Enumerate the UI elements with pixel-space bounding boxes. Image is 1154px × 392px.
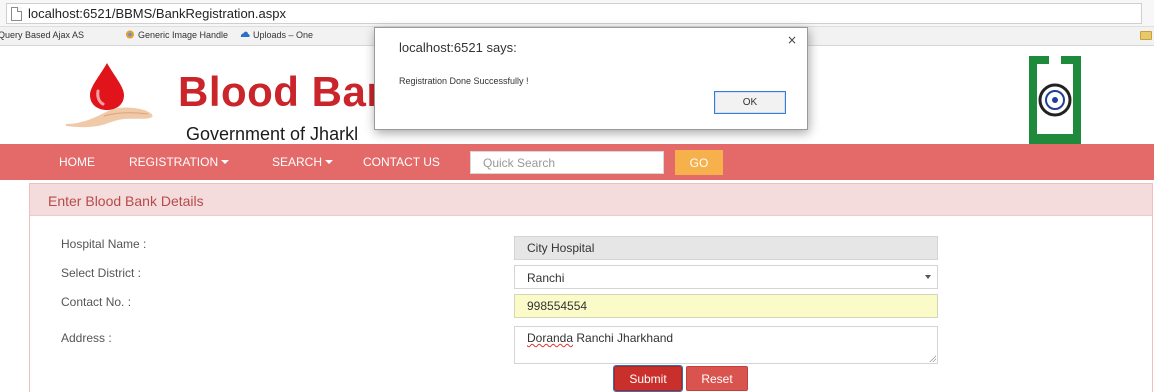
- jharkhand-emblem-icon: [1029, 56, 1081, 144]
- chevron-down-icon: [925, 275, 931, 279]
- panel-title: Enter Blood Bank Details: [48, 193, 204, 209]
- address-label: Address :: [61, 331, 112, 345]
- resize-grip-icon[interactable]: [929, 355, 936, 362]
- reset-button[interactable]: Reset: [686, 366, 748, 391]
- dialog-title: localhost:6521 says:: [399, 40, 517, 55]
- site-title: Blood Bar: [178, 68, 384, 115]
- go-button[interactable]: GO: [675, 150, 723, 175]
- bookmark-item[interactable]: Uploads – One: [240, 30, 313, 40]
- address-field[interactable]: localhost:6521/BBMS/BankRegistration.asp…: [6, 3, 1142, 24]
- hand-icon: [66, 107, 153, 128]
- nav-registration[interactable]: REGISTRATION: [129, 155, 230, 169]
- handler-icon: [126, 30, 134, 39]
- hospital-name-field[interactable]: [514, 236, 938, 260]
- contact-label: Contact No. :: [61, 295, 132, 309]
- site-subtitle: Government of Jharkl: [186, 124, 359, 144]
- quick-search-input[interactable]: [470, 151, 664, 174]
- caret-down-icon: [221, 160, 230, 164]
- hospital-name-label: Hospital Name :: [61, 237, 147, 251]
- close-icon[interactable]: ×: [787, 33, 797, 47]
- cloud-icon: [240, 31, 250, 37]
- address-field[interactable]: Doranda Ranchi Jharkhand: [514, 326, 938, 364]
- contact-field[interactable]: [514, 294, 938, 318]
- nav-search[interactable]: SEARCH: [272, 155, 334, 169]
- district-label: Select District :: [61, 266, 142, 280]
- bookmark-item[interactable]: Generic Image Handle: [125, 30, 228, 40]
- dialog-message: Registration Done Successfully !: [399, 76, 529, 86]
- bookmark-item[interactable]: Query Based Ajax AS: [0, 30, 84, 40]
- district-select[interactable]: Ranchi: [514, 265, 938, 289]
- browser-address-bar: localhost:6521/BBMS/BankRegistration.asp…: [0, 0, 1154, 27]
- alert-dialog: localhost:6521 says: × Registration Done…: [374, 27, 808, 130]
- panel-heading: Enter Blood Bank Details: [30, 184, 1152, 216]
- folder-icon[interactable]: [1140, 31, 1152, 40]
- caret-down-icon: [325, 160, 334, 164]
- page: localhost:6521/BBMS/BankRegistration.asp…: [0, 0, 1154, 392]
- url-text[interactable]: localhost:6521/BBMS/BankRegistration.asp…: [28, 6, 286, 21]
- nav-contact-us[interactable]: CONTACT US: [363, 155, 440, 169]
- page-icon: [11, 7, 22, 21]
- nav-home[interactable]: HOME: [59, 155, 95, 169]
- submit-button[interactable]: Submit: [613, 365, 683, 392]
- ok-button[interactable]: OK: [714, 91, 786, 114]
